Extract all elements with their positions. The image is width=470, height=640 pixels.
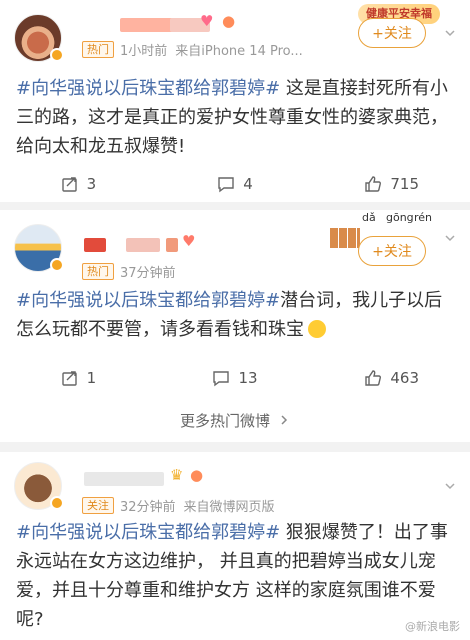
pinyin-1: dǎ: [362, 211, 376, 224]
crown-icon: ♛: [170, 466, 184, 484]
pinyin-3: rén: [414, 211, 433, 224]
action-bar: 1 13 463: [0, 358, 470, 398]
chevron-down-icon[interactable]: [444, 480, 456, 492]
post-card: ♥ dǎ gōng rén 热门 37分钟前 +关注 #向华强说以后珠宝都给郭碧…: [0, 210, 470, 398]
verified-badge-icon: [50, 258, 64, 272]
hot-tag: 热门: [82, 263, 114, 280]
repost-button[interactable]: 1: [0, 358, 157, 398]
like-button[interactable]: 463: [313, 358, 470, 398]
comment-count: 13: [238, 369, 258, 387]
post-meta: 热门 1小时前 来自iPhone 14 Pro...: [82, 40, 303, 59]
repost-icon: [61, 177, 77, 192]
more-hot-label: 更多热门微博: [179, 411, 270, 430]
topic-link[interactable]: #向华强说以后珠宝都给郭碧婷#: [16, 522, 280, 543]
post-content: #向华强说以后珠宝都给郭碧婷# 狠狠爆赞了！出了事永远站在女方这边维护， 并且真…: [16, 518, 456, 634]
pinyin-2: gōng: [386, 211, 414, 224]
username-redacted: [126, 238, 160, 252]
follow-button[interactable]: +关注: [358, 18, 426, 48]
post-meta: 热门 37分钟前: [82, 262, 176, 281]
repost-count: 3: [86, 175, 97, 193]
comment-icon: [218, 177, 234, 193]
verified-badge-icon: [50, 496, 64, 510]
hot-tag: 热门: [82, 41, 114, 58]
chevron-down-icon[interactable]: [444, 27, 456, 39]
comment-count: 4: [243, 175, 253, 193]
more-hot-posts-link[interactable]: 更多热门微博: [0, 398, 470, 442]
repost-icon: [61, 371, 77, 386]
brick-decoration-icon: [330, 228, 360, 248]
repost-count: 1: [86, 369, 97, 387]
watermark: @新浪电影: [405, 620, 460, 633]
comment-button[interactable]: 4: [157, 164, 314, 204]
thumbs-up-icon: [365, 370, 382, 386]
follow-tag: 关注: [82, 497, 114, 514]
shrimp-icon: ●: [222, 12, 236, 30]
thumbs-up-icon: [365, 176, 382, 192]
repost-button[interactable]: 3: [0, 164, 157, 204]
like-count: 463: [390, 369, 419, 387]
chevron-right-icon: [281, 415, 288, 425]
action-bar: 3 4 715: [0, 164, 470, 204]
post-content: #向华强说以后珠宝都给郭碧婷#潜台词，我儿子以后怎么玩都不要管，请多看看钱和珠宝: [16, 286, 456, 344]
smile-emoji-icon: [308, 320, 326, 338]
username-redacted[interactable]: [84, 472, 164, 486]
comment-icon: [213, 371, 230, 387]
like-button[interactable]: 715: [313, 164, 470, 204]
username-redacted: [166, 238, 178, 252]
topic-link[interactable]: #向华强说以后珠宝都给郭碧婷#: [16, 290, 280, 311]
follow-button[interactable]: +关注: [358, 236, 426, 266]
verified-badge-icon: [50, 48, 64, 62]
shrimp-icon: ●: [190, 466, 204, 484]
post-time: 1小时前: [120, 44, 168, 59]
heart-icon: ♥: [182, 232, 196, 250]
chevron-down-icon[interactable]: [444, 232, 456, 244]
like-count: 715: [390, 175, 419, 193]
heart-icon: ♥: [200, 12, 214, 30]
post-card: ♥ ● 健康平安幸福 热门 1小时前 来自iPhone 14 Pro... +关…: [0, 0, 470, 202]
topic-link[interactable]: #向华强说以后珠宝都给郭碧婷#: [16, 78, 280, 99]
post-content: #向华强说以后珠宝都给郭碧婷# 这是直接封死所有小三的路，这才是真正的爱护女性尊…: [16, 74, 456, 161]
post-time: 32分钟前: [120, 500, 176, 515]
post-card: ♛ ● 关注 32分钟前 来自微博网页版 #向华强说以后珠宝都给郭碧婷# 狠狠爆…: [0, 452, 470, 640]
post-source: 来自iPhone 14 Pro...: [175, 44, 303, 59]
username-redacted[interactable]: [84, 238, 106, 252]
comment-button[interactable]: 13: [157, 358, 314, 398]
post-time: 37分钟前: [120, 266, 176, 281]
post-source: 来自微博网页版: [183, 500, 275, 515]
post-meta: 关注 32分钟前 来自微博网页版: [82, 496, 275, 515]
